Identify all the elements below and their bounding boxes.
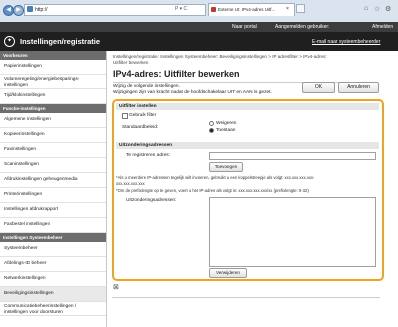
policy-deny-radio[interactable] xyxy=(209,121,214,127)
sidebar-item[interactable]: Volumeregeling/energiebesparings- instel… xyxy=(0,75,106,89)
address-text: http:// xyxy=(35,7,48,13)
sidebar-item[interactable]: Systeembeheer xyxy=(0,242,106,257)
sidebar-section-header: Functie-instellingen xyxy=(0,104,106,113)
exceptions-section-header: Uitzonderingsadressen xyxy=(116,142,379,149)
use-filter-checkbox[interactable] xyxy=(122,113,128,119)
add-button[interactable]: Toevoegen xyxy=(209,162,243,172)
logout-link[interactable]: Afmelden xyxy=(372,24,393,30)
favorites-star-icon[interactable]: ☆ xyxy=(374,5,380,13)
sidebar-item[interactable]: Algemene instellingen xyxy=(0,113,106,128)
tab-title: Externe UI: IPv4-adres Uitf... xyxy=(218,7,276,12)
sidebar-section-header: Voorkeuren xyxy=(0,51,106,60)
browser-tab[interactable]: Externe UI: IPv4-adres Uitf... × xyxy=(208,3,295,16)
sidebar-item[interactable]: Tijd/klokinstellingen xyxy=(0,89,106,104)
range-note-cont: xxx.xxx.xxx.xxx xyxy=(116,181,145,186)
breadcrumb: Instellingen/registratie: Instellingen S… xyxy=(113,54,327,59)
sidebar-item[interactable]: Communicatiebeheerinstellingen / instell… xyxy=(0,302,106,316)
address-bar[interactable]: http:// P ▾ C xyxy=(24,4,206,16)
page-title: IPv4-adres: Uitfilter bewerken xyxy=(113,69,240,79)
policy-allow-label: Toestaan xyxy=(216,128,236,133)
tab-close-icon[interactable]: × xyxy=(286,6,289,12)
sidebar-item[interactable]: Kopieerinstellingen xyxy=(0,128,106,143)
forward-arrow-icon[interactable]: ▶ xyxy=(13,5,24,16)
browser-toolbar: ◀ ▶ http:// P ▾ C Externe UI: IPv4-adres… xyxy=(0,0,398,23)
logged-in-user-label: Aangemelden gebruiker: xyxy=(275,24,330,30)
cancel-button[interactable]: Annuleren xyxy=(338,82,379,93)
sidebar-item[interactable]: Printerinstellingen xyxy=(0,188,106,203)
exceptions-list-label: Uitzonderingsadressen: xyxy=(126,198,177,203)
prefix-note: *Om de prefixlengte op te geven, voert u… xyxy=(116,188,309,193)
settings-gear-icon[interactable]: ⚙ xyxy=(385,5,391,13)
sidebar-item[interactable]: Afdrukinstellingen geheugenmedia xyxy=(0,173,106,188)
header-bar: ✦ Instellingen/registratie E-mail naar s… xyxy=(0,32,398,51)
intro-note: Wijzigingen zijn van kracht nadat de hoo… xyxy=(113,90,272,95)
sidebar-item[interactable]: Faxinstellingen xyxy=(0,143,106,158)
use-filter-label: Gebruik filter xyxy=(129,113,157,118)
ok-button[interactable]: OK xyxy=(302,82,335,93)
portal-link[interactable]: Naar portal xyxy=(232,24,257,30)
sidebar-item[interactable]: Instellingen afdrukrapport xyxy=(0,203,106,218)
filter-section-header: Uitfilter instellen xyxy=(116,103,379,110)
delete-button[interactable]: Verwijderen xyxy=(209,268,247,278)
policy-deny-label: Weigeren xyxy=(216,121,237,126)
sidebar-item[interactable]: Netwerkinstellingen xyxy=(0,272,106,287)
home-icon[interactable]: ⌂ xyxy=(364,5,368,12)
breadcrumb-cont: Uitfilter bewerken xyxy=(113,60,149,65)
footer-divider xyxy=(112,297,380,298)
mail-admin-link[interactable]: E-mail naar systeembeheerder xyxy=(312,39,380,45)
page-header-title: Instellingen/registratie xyxy=(20,37,101,46)
page-icon xyxy=(27,6,33,12)
range-note: *Als u meerdere IP-adressen tegelijk wil… xyxy=(116,175,315,180)
settings-wrench-icon: ✦ xyxy=(4,36,15,47)
sidebar-item[interactable]: Faxbestel instellingen xyxy=(0,218,106,233)
policy-allow-radio[interactable] xyxy=(209,128,214,134)
register-address-input[interactable] xyxy=(209,152,376,160)
sidebar-item[interactable]: Papierinstellingen xyxy=(0,60,106,75)
sidebar-item[interactable]: Beveiligingsinstellingen xyxy=(0,287,106,302)
page-top-icon[interactable]: ⊠ xyxy=(113,283,119,291)
address-actions[interactable]: P ▾ C xyxy=(175,6,187,12)
sidebar-item[interactable]: Afdelings-ID beheer xyxy=(0,257,106,272)
new-tab-icon[interactable] xyxy=(296,4,305,13)
top-bar: Naar portal Aangemelden gebruiker: Afmel… xyxy=(0,22,398,32)
filter-settings-panel: Uitfilter instellen Gebruik filter Stand… xyxy=(112,99,384,281)
register-address-label: Te registreren adres: xyxy=(126,153,170,158)
exceptions-listbox[interactable] xyxy=(209,197,376,267)
sidebar: Voorkeuren Papierinstellingen Volumeregeli… xyxy=(0,51,107,327)
sidebar-item[interactable]: Scaninstellingen xyxy=(0,158,106,173)
default-policy-label: Standaardbeleid: xyxy=(122,125,159,130)
intro-text: Wijzig de volgende instellingen. xyxy=(113,84,180,89)
tab-favicon-icon xyxy=(211,7,216,12)
sidebar-section-header: Instellingen Systeembeheer xyxy=(0,233,106,242)
